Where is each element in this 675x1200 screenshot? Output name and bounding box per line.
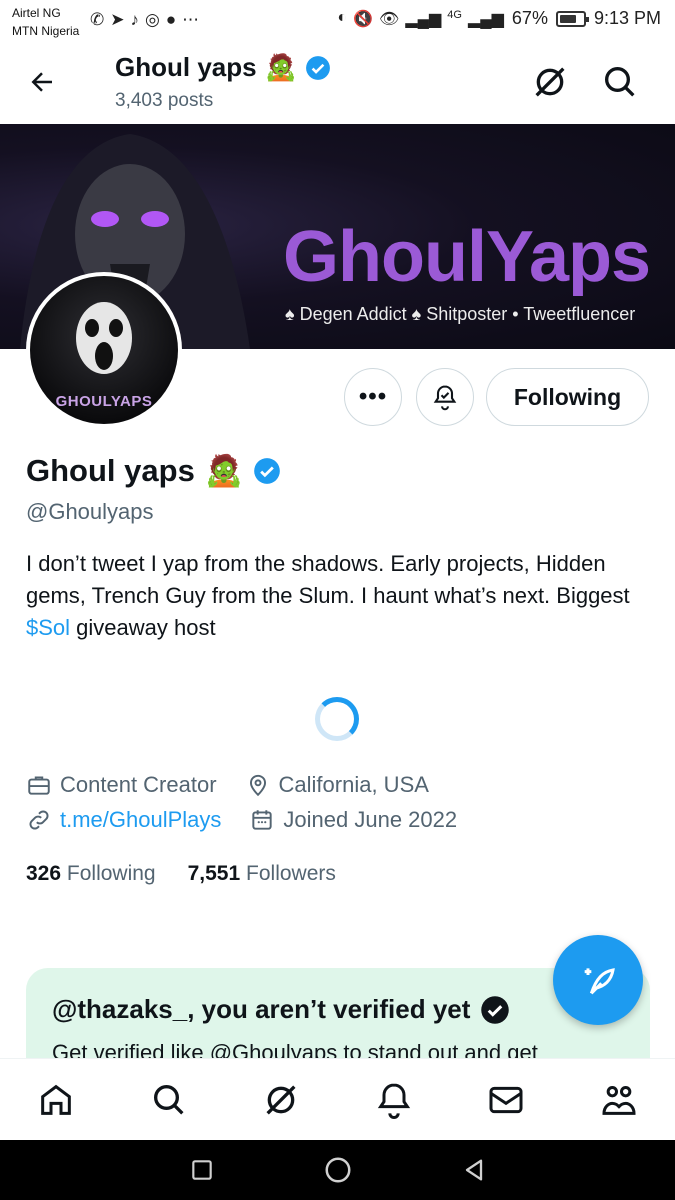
back-arrow-icon <box>31 72 52 92</box>
profile-meta-row-2: t.me/GhoulPlays Joined June 2022 <box>26 807 477 833</box>
grok-icon <box>266 1084 296 1115</box>
message-icon: ● <box>165 10 177 29</box>
clock: 9:13 PM <box>593 8 661 28</box>
avatar[interactable]: GHOULYAPS <box>26 272 182 428</box>
banner-tagline: ♠ Degen Addict ♠ Shitposter • Tweetfluen… <box>285 304 636 324</box>
profile-category: Content Creator <box>60 772 217 797</box>
compose-post-button[interactable] <box>553 935 643 1025</box>
eye-icon: 👁 <box>379 10 400 28</box>
followers-count: 7,551 <box>187 862 241 885</box>
back-button[interactable] <box>22 62 62 102</box>
recents-button[interactable] <box>184 1152 220 1188</box>
home-icon <box>41 1084 72 1115</box>
square-icon <box>191 1160 212 1180</box>
location-item: California, USA <box>245 772 429 798</box>
following-label: Following <box>66 862 156 885</box>
volte-icon: ◐ <box>337 8 348 26</box>
nav-search[interactable] <box>141 1072 197 1128</box>
whatsapp-icon: ✆ <box>90 10 105 29</box>
more-icon: ⋯ <box>182 10 200 29</box>
mute-icon: 🔇 <box>353 10 374 28</box>
carrier-1: Airtel NG <box>12 6 61 20</box>
follow-counts: 326 Following 7,551 Followers <box>26 862 336 886</box>
search-button[interactable] <box>600 62 640 102</box>
post-count: 3,403 posts <box>115 90 214 111</box>
followers-count-link[interactable]: 7,551 Followers <box>188 862 336 886</box>
category-item: Content Creator <box>26 772 217 798</box>
signal-icon-2: ▂▄▆ <box>467 10 504 28</box>
back-system-button[interactable] <box>456 1152 492 1188</box>
zombie-emoji: 🧟 <box>264 52 297 82</box>
avatar-text: GHOULYAPS <box>55 393 153 410</box>
telegram-icon: ➤ <box>110 10 125 29</box>
loading-spinner <box>315 697 359 741</box>
profile-website-link[interactable]: t.me/GhoulPlays <box>60 807 221 833</box>
website-item[interactable]: t.me/GhoulPlays <box>26 807 221 833</box>
status-bar: Airtel NG MTN Nigeria ✆ ➤ ♪ ◎ ● ⋯ ◐ 🔇 👁 … <box>0 0 675 44</box>
nav-grok[interactable] <box>253 1072 309 1128</box>
carrier-2: MTN Nigeria <box>12 24 80 38</box>
search-icon <box>605 67 635 97</box>
carrier-names: Airtel NG MTN Nigeria <box>12 4 79 40</box>
followers-label: Followers <box>246 862 336 885</box>
header-name: Ghoul yaps <box>115 52 257 82</box>
banner-title: GhoulYaps <box>283 217 651 297</box>
nav-notifications[interactable] <box>366 1072 422 1128</box>
calendar-icon <box>252 810 273 830</box>
status-right: ◐ 🔇 👁 ▂▄▆ 4G ▂▄▆ 67% 9:13 PM <box>337 8 661 29</box>
following-button[interactable]: Following <box>486 368 649 426</box>
battery-percent: 67% <box>511 8 548 28</box>
profile-joined-date: Joined June 2022 <box>283 807 458 832</box>
nav-messages[interactable] <box>478 1072 534 1128</box>
cashtag-link[interactable]: $Sol <box>26 615 70 640</box>
notifications-toggle-button[interactable] <box>416 368 474 426</box>
network-type: 4G <box>447 8 462 21</box>
notification-icons: ✆ ➤ ♪ ◎ ● ⋯ <box>90 10 199 30</box>
nav-communities[interactable] <box>591 1072 647 1128</box>
profile-meta-row-1: Content Creator California, USA <box>26 772 449 798</box>
profile-handle: @Ghoulyaps <box>26 499 154 524</box>
triangle-back-icon <box>465 1159 482 1181</box>
search-icon <box>153 1084 184 1115</box>
tiktok-icon: ♪ <box>130 10 140 29</box>
profile-location: California, USA <box>278 772 429 797</box>
header-title: Ghoul yaps 🧟 <box>115 52 331 83</box>
bell-check-icon <box>433 385 457 411</box>
following-count: 326 <box>26 862 62 885</box>
circle-icon <box>325 1157 350 1183</box>
more-dots-icon: ••• <box>358 383 388 410</box>
instagram-icon: ◎ <box>145 10 160 29</box>
profile-header-bar: Ghoul yaps 🧟 3,403 posts <box>0 44 675 124</box>
battery-icon <box>555 10 589 27</box>
nav-home[interactable] <box>28 1072 84 1128</box>
display-name: Ghoul yaps <box>26 452 195 488</box>
grok-icon <box>535 67 565 97</box>
signal-icon: ▂▄▆ <box>405 10 442 28</box>
home-system-button[interactable] <box>320 1152 356 1188</box>
compose-feather-icon <box>584 968 615 995</box>
bio-text: I don’t tweet I yap from the shadows. Ea… <box>26 551 630 608</box>
verified-badge-icon <box>481 995 510 1024</box>
verified-badge-icon <box>306 55 330 80</box>
mail-icon <box>489 1086 523 1113</box>
bio-text-end: giveaway host <box>70 615 216 640</box>
bottom-navigation <box>0 1058 675 1140</box>
bell-icon <box>377 1082 410 1119</box>
more-options-button[interactable]: ••• <box>344 368 402 426</box>
profile-name: Ghoul yaps 🧟 <box>26 452 281 489</box>
zombie-emoji: 🧟 <box>204 453 244 488</box>
verify-title-text: @thazaks_, you aren’t verified yet <box>52 994 471 1024</box>
profile-bio: I don’t tweet I yap from the shadows. Ea… <box>26 548 646 644</box>
verify-card-title: @thazaks_, you aren’t verified yet <box>52 994 510 1025</box>
briefcase-icon <box>28 776 50 795</box>
grok-button[interactable] <box>530 62 570 102</box>
link-icon <box>29 810 49 830</box>
following-count-link[interactable]: 326 Following <box>26 862 156 886</box>
communities-icon <box>602 1085 636 1115</box>
system-navigation-bar <box>0 1140 675 1200</box>
verified-badge-icon <box>254 457 281 484</box>
location-pin-icon <box>249 774 266 797</box>
joined-item: Joined June 2022 <box>249 807 457 833</box>
